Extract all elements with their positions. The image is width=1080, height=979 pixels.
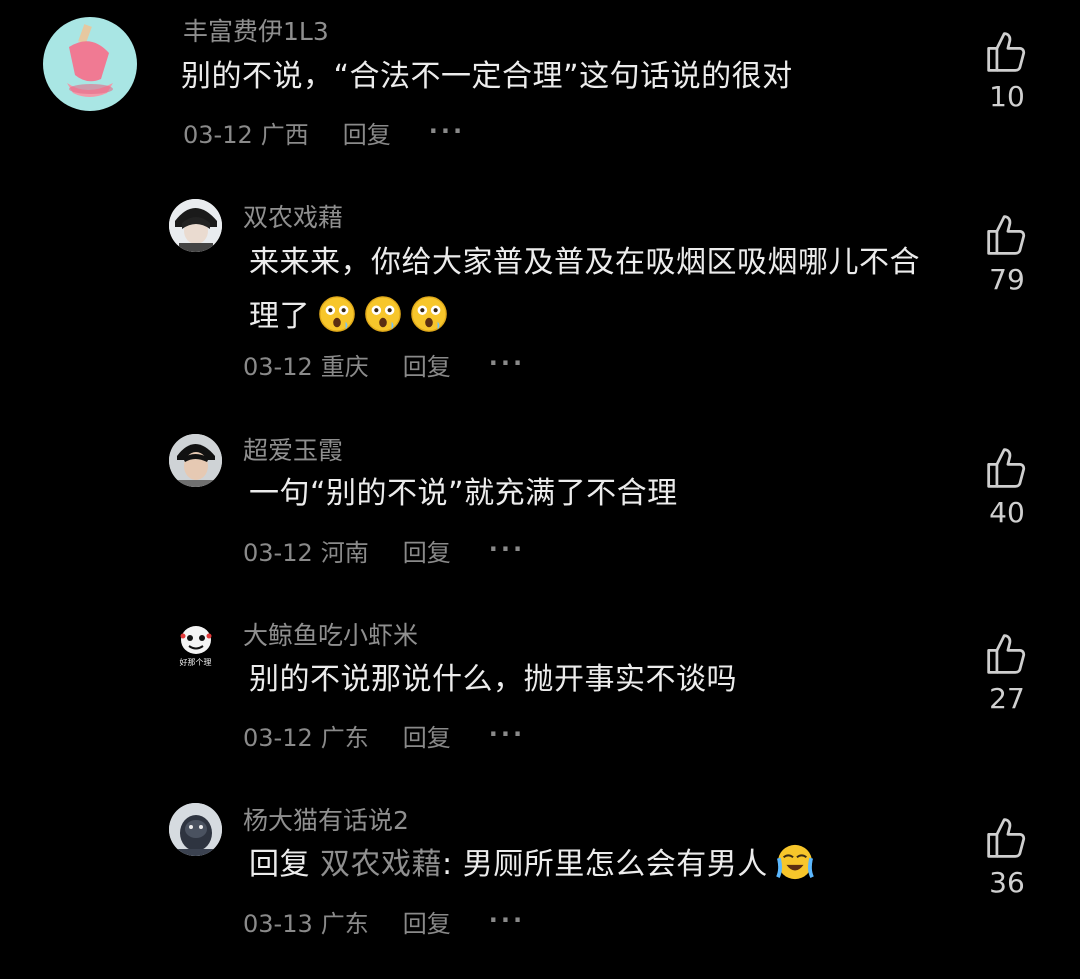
comment-location: 重庆: [320, 353, 369, 381]
comment-meta: 03-12 广西 回复 ···: [183, 117, 465, 150]
comment-text-content: : 男厕所里怎么会有男人: [442, 847, 768, 882]
username[interactable]: 双农戏藉: [243, 203, 343, 233]
reply-button[interactable]: 回复: [403, 538, 451, 568]
comment-location: 广西: [260, 121, 309, 149]
comment-date: 03-12: [243, 353, 313, 381]
reply-button[interactable]: 回复: [403, 352, 451, 382]
like-count: 10: [989, 80, 1025, 113]
comment-meta: 03-12 河南 回复 ···: [243, 535, 525, 568]
comment-date: 03-12: [243, 724, 313, 752]
thumbs-up-icon[interactable]: [985, 446, 1029, 490]
comment-text: 回复 双农戏藉: 男厕所里怎么会有男人: [249, 838, 969, 892]
comment-location: 河南: [320, 539, 369, 567]
like-widget: 27: [980, 632, 1034, 716]
more-options-button[interactable]: ···: [489, 905, 525, 935]
comment-meta: 03-12 广东 回复 ···: [243, 720, 525, 753]
astonished-face-emoji: [410, 295, 448, 333]
comment-location: 广东: [320, 724, 369, 752]
thumbs-up-icon[interactable]: [985, 30, 1029, 74]
more-options-button[interactable]: ···: [489, 534, 525, 564]
comment-text-content: 一句“别的不说”就充满了不合理: [249, 476, 678, 511]
like-count: 27: [989, 682, 1025, 715]
reply-target-username[interactable]: 双农戏藉: [320, 847, 442, 882]
reply-button[interactable]: 回复: [343, 120, 391, 150]
comment-date: 03-12: [183, 121, 253, 149]
thumbs-up-icon[interactable]: [985, 816, 1029, 860]
astonished-face-emoji: [364, 295, 402, 333]
like-count: 40: [989, 496, 1025, 529]
avatar[interactable]: [169, 434, 222, 487]
more-options-button[interactable]: ···: [429, 116, 465, 146]
username[interactable]: 超爱玉霞: [243, 436, 343, 466]
reply-button[interactable]: 回复: [403, 723, 451, 753]
avatar[interactable]: [169, 803, 222, 856]
comment-text: 一句“别的不说”就充满了不合理: [249, 467, 969, 521]
username[interactable]: 丰富费伊1L3: [183, 17, 329, 47]
comment-text-content: 别的不说那说什么，抛开事实不谈吗: [249, 662, 737, 697]
avatar[interactable]: 好那个理: [169, 618, 222, 671]
comment-text-content: 理了: [249, 299, 310, 334]
astonished-face-emoji: [318, 295, 356, 333]
comment-text: 来来来，你给大家普及普及在吸烟区吸烟哪儿不合 理了: [249, 236, 969, 344]
like-count: 36: [989, 866, 1025, 899]
comment-text-content: 别的不说，“合法不一定合理”这句话说的很对: [181, 59, 793, 94]
comment-text: 别的不说那说什么，抛开事实不谈吗: [249, 653, 969, 707]
reply-prefix: 回复: [249, 847, 310, 882]
reply-button[interactable]: 回复: [403, 909, 451, 939]
comment-date: 03-13: [243, 910, 313, 938]
avatar[interactable]: [43, 17, 137, 111]
like-widget: 40: [980, 446, 1034, 530]
like-count: 79: [989, 263, 1025, 296]
comment-date: 03-12: [243, 539, 313, 567]
loudly-crying-face-emoji: [776, 843, 814, 881]
username[interactable]: 杨大猫有话说2: [243, 806, 409, 836]
thumbs-up-icon[interactable]: [985, 213, 1029, 257]
comment-text-line-2: 理了: [249, 290, 969, 344]
like-widget: 10: [980, 30, 1034, 114]
comment-meta: 03-12 重庆 回复 ···: [243, 349, 525, 382]
comment-meta: 03-13 广东 回复 ···: [243, 906, 525, 939]
comment-text: 别的不说，“合法不一定合理”这句话说的很对: [181, 50, 941, 104]
like-widget: 36: [980, 816, 1034, 900]
username[interactable]: 大鲸鱼吃小虾米: [243, 621, 418, 651]
like-widget: 79: [980, 213, 1034, 297]
more-options-button[interactable]: ···: [489, 719, 525, 749]
avatar-caption: 好那个理: [180, 657, 212, 667]
more-options-button[interactable]: ···: [489, 348, 525, 378]
comment-text-line: 来来来，你给大家普及普及在吸烟区吸烟哪儿不合: [249, 245, 920, 280]
avatar[interactable]: [169, 199, 222, 252]
thumbs-up-icon[interactable]: [985, 632, 1029, 676]
comment-location: 广东: [320, 910, 369, 938]
